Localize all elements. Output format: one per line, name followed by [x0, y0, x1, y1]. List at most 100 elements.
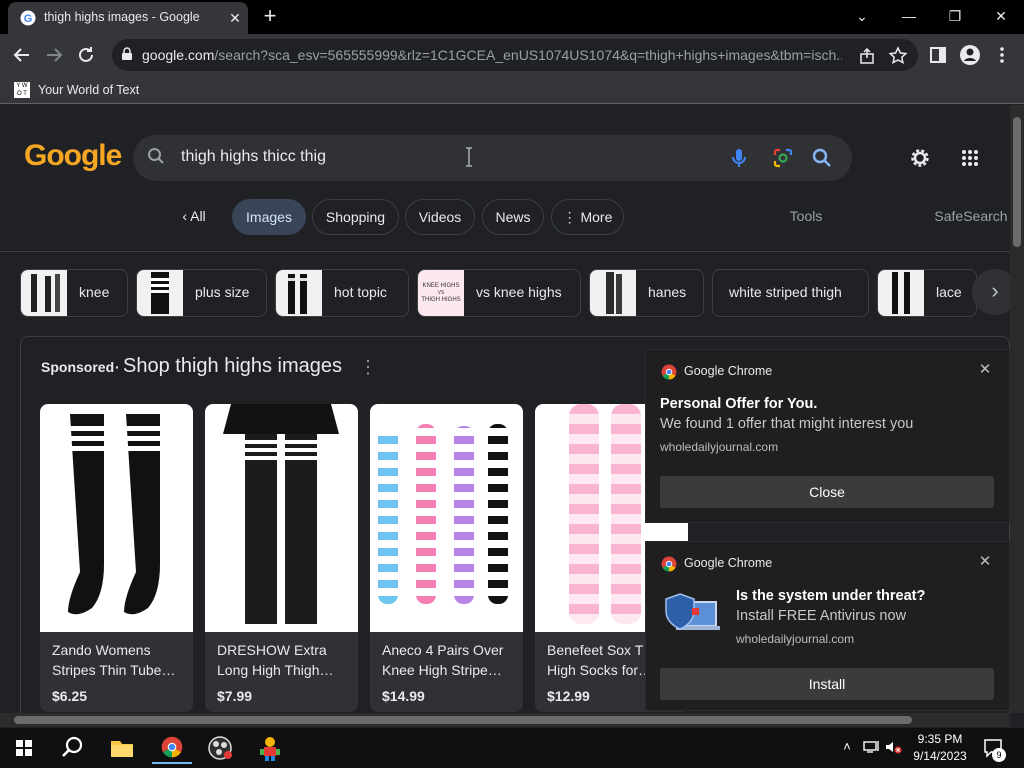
tab-close-icon[interactable]: ✕ — [226, 9, 244, 27]
chip-thumbnail — [137, 270, 183, 316]
search-icon — [148, 148, 164, 164]
url-text[interactable]: google.com/search?sca_esv=565555999&rlz=… — [142, 47, 842, 63]
chrome-menu-icon[interactable] — [989, 42, 1015, 68]
chrome-logo-icon — [661, 556, 677, 572]
more-vert-icon: ⋮ — [562, 209, 577, 225]
chip-hanes[interactable]: hanes — [589, 269, 704, 317]
notification-install-button[interactable]: Install — [660, 668, 994, 700]
clock-date: 9/14/2023 — [913, 749, 967, 763]
profile-avatar-icon[interactable] — [957, 42, 983, 68]
tab-all[interactable]: ‹ All — [168, 199, 220, 235]
notification-app-name: Google Chrome — [684, 364, 773, 378]
browser-tab[interactable]: G thigh highs images - Google Search ✕ — [8, 2, 248, 34]
chip-label: hanes — [648, 284, 687, 300]
chip-label: vs knee highs — [476, 284, 562, 300]
tab-more[interactable]: ⋮ More — [551, 199, 624, 235]
forward-arrow-icon[interactable] — [41, 42, 67, 68]
notification-count-badge: 9 — [992, 748, 1006, 762]
tab-news-label: News — [495, 209, 531, 225]
vertical-scroll-thumb[interactable] — [1013, 117, 1021, 247]
chrome-notification-antivirus: Google Chrome ✕ Is the system under thre… — [645, 541, 1010, 711]
search-box[interactable]: thigh highs thicc thig — [133, 135, 852, 181]
vertical-scrollbar[interactable] — [1010, 105, 1024, 713]
app-character-icon[interactable] — [250, 732, 290, 764]
notification-close-icon[interactable]: ✕ — [974, 551, 996, 573]
windows-taskbar: ˄ 9:35 PM 9/14/2023 9 — [0, 728, 1024, 768]
header-divider — [0, 251, 1010, 252]
chip-hot-topic[interactable]: hot topic — [275, 269, 409, 317]
more-options-icon[interactable]: ⋮ — [359, 357, 377, 378]
svg-text:THIGH HIGHS: THIGH HIGHS — [421, 297, 460, 303]
product-price: $12.99 — [547, 688, 590, 704]
close-window-button[interactable]: ✕ — [979, 4, 1023, 28]
ywot-favicon-icon: Y W O T — [14, 82, 30, 98]
tab-images[interactable]: Images — [232, 199, 306, 235]
sponsored-label: Sponsored — [41, 359, 115, 375]
chrome-taskbar-icon[interactable] — [152, 732, 192, 764]
tab-shopping-label: Shopping — [325, 209, 386, 225]
chip-vs-knee-highs[interactable]: KNEE HIGHS VS THIGH HIGHS vs knee highs — [417, 269, 581, 317]
product-image — [370, 404, 523, 632]
horizontal-scrollbar[interactable] — [0, 713, 1010, 727]
tools-button[interactable]: Tools — [772, 199, 840, 235]
product-card[interactable]: DRESHOW Extra Long High Thigh… $7.99 — [205, 404, 358, 712]
chip-thumbnail — [878, 270, 924, 316]
back-arrow-icon[interactable] — [9, 42, 35, 68]
address-bar[interactable]: google.com/search?sca_esv=565555999&rlz=… — [112, 39, 918, 71]
chip-label: white striped thigh — [729, 284, 842, 300]
side-panel-icon[interactable] — [925, 42, 951, 68]
restore-button[interactable]: ❐ — [933, 4, 977, 28]
tab-videos[interactable]: Videos — [405, 199, 475, 235]
file-explorer-icon[interactable] — [102, 732, 142, 764]
voice-search-icon[interactable] — [727, 146, 751, 170]
notification-body: We found 1 offer that might interest you — [660, 416, 914, 432]
url-path: /search?sca_esv=565555999&rlz=1C1GCEA_en… — [214, 47, 842, 63]
lens-search-icon[interactable] — [771, 146, 795, 170]
settings-gear-icon[interactable] — [907, 145, 933, 171]
bookmark-star-icon[interactable] — [887, 45, 909, 67]
share-icon[interactable] — [856, 45, 878, 67]
chip-thumbnail: KNEE HIGHS VS THIGH HIGHS — [418, 270, 464, 316]
notification-close-button[interactable]: Close — [660, 476, 994, 508]
tab-title: thigh highs images - Google Search — [44, 10, 204, 24]
safesearch-button[interactable]: SafeSearch — [926, 199, 1010, 235]
taskbar-search-icon[interactable] — [52, 732, 92, 764]
google-apps-icon[interactable] — [957, 145, 983, 171]
search-submit-icon[interactable] — [810, 146, 834, 170]
product-card[interactable]: Zando Womens Stripes Thin Tube… $6.25 — [40, 404, 193, 712]
system-clock[interactable]: 9:35 PM 9/14/2023 — [908, 731, 972, 765]
product-image — [205, 404, 358, 632]
volume-muted-icon[interactable] — [884, 738, 902, 756]
chip-lace[interactable]: lace — [877, 269, 977, 317]
chip-label: plus size — [195, 284, 250, 300]
bookmark-your-world-of-text[interactable]: Your World of Text — [38, 83, 139, 97]
minimize-button[interactable]: — — [887, 4, 931, 28]
horizontal-scroll-thumb[interactable] — [14, 716, 912, 724]
chip-label: hot topic — [334, 284, 387, 300]
chip-thumbnail — [21, 270, 67, 316]
tab-shopping[interactable]: Shopping — [312, 199, 399, 235]
search-input[interactable]: thigh highs thicc thig — [181, 148, 326, 166]
tab-news[interactable]: News — [482, 199, 544, 235]
notification-close-icon[interactable]: ✕ — [974, 359, 996, 381]
product-price: $14.99 — [382, 688, 425, 704]
chip-white-striped-thigh[interactable]: white striped thigh — [712, 269, 869, 317]
product-card[interactable]: Aneco 4 Pairs Over Knee High Stripe… $14… — [370, 404, 523, 712]
new-tab-button[interactable]: + — [258, 5, 282, 29]
tab-all-label: All — [190, 208, 206, 224]
chevron-right-icon[interactable]: › — [972, 269, 1010, 315]
chip-knee[interactable]: knee — [20, 269, 128, 317]
notification-source: wholedailyjournal.com — [660, 440, 779, 454]
chip-plus-size[interactable]: plus size — [136, 269, 267, 317]
google-logo[interactable]: Google — [24, 139, 122, 173]
sponsored-dot: · — [115, 359, 120, 375]
obs-studio-icon[interactable] — [200, 732, 240, 764]
show-hidden-icons-chevron-icon[interactable]: ˄ — [838, 738, 856, 756]
network-icon[interactable] — [862, 738, 880, 756]
svg-text:G: G — [24, 13, 33, 25]
reload-icon[interactable] — [73, 42, 99, 68]
lock-icon[interactable] — [120, 47, 134, 61]
chip-thumbnail — [276, 270, 322, 316]
tab-search-icon[interactable]: ⌄ — [840, 4, 884, 28]
windows-start-icon[interactable] — [4, 732, 44, 764]
